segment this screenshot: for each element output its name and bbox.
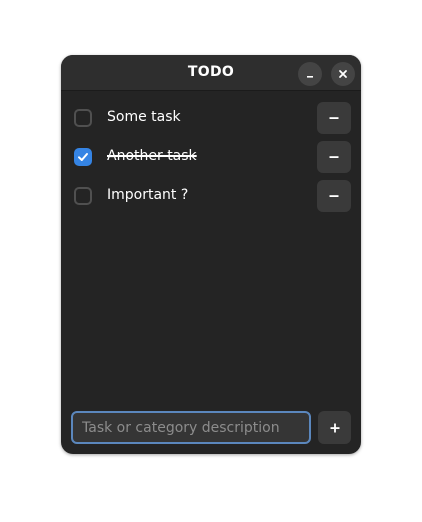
minus-icon — [329, 156, 339, 158]
task-checkbox-checked[interactable] — [74, 148, 92, 166]
plus-icon — [330, 423, 339, 432]
task-row: Another task — [61, 140, 361, 174]
task-label: Some task — [107, 109, 181, 125]
task-checkbox[interactable] — [74, 109, 92, 127]
task-checkbox[interactable] — [74, 187, 92, 205]
remove-task-button[interactable] — [317, 141, 351, 173]
task-description-input[interactable] — [71, 411, 311, 444]
checkmark-icon — [78, 153, 88, 161]
remove-task-button[interactable] — [317, 180, 351, 212]
task-label: Important ? — [107, 187, 189, 203]
close-button[interactable] — [331, 62, 355, 86]
task-row: Important ? — [61, 179, 361, 213]
todo-window: TODO Some task Another task Important ? … — [61, 55, 361, 454]
remove-task-button[interactable] — [317, 102, 351, 134]
add-task-button[interactable] — [318, 411, 351, 444]
minimize-button[interactable] — [298, 62, 322, 86]
task-label: Another task — [107, 148, 197, 164]
minus-icon — [329, 195, 339, 197]
close-icon — [339, 70, 347, 78]
minimize-icon — [307, 76, 313, 78]
header-bar: TODO — [61, 55, 361, 91]
minus-icon — [329, 117, 339, 119]
task-row: Some task — [61, 101, 361, 135]
